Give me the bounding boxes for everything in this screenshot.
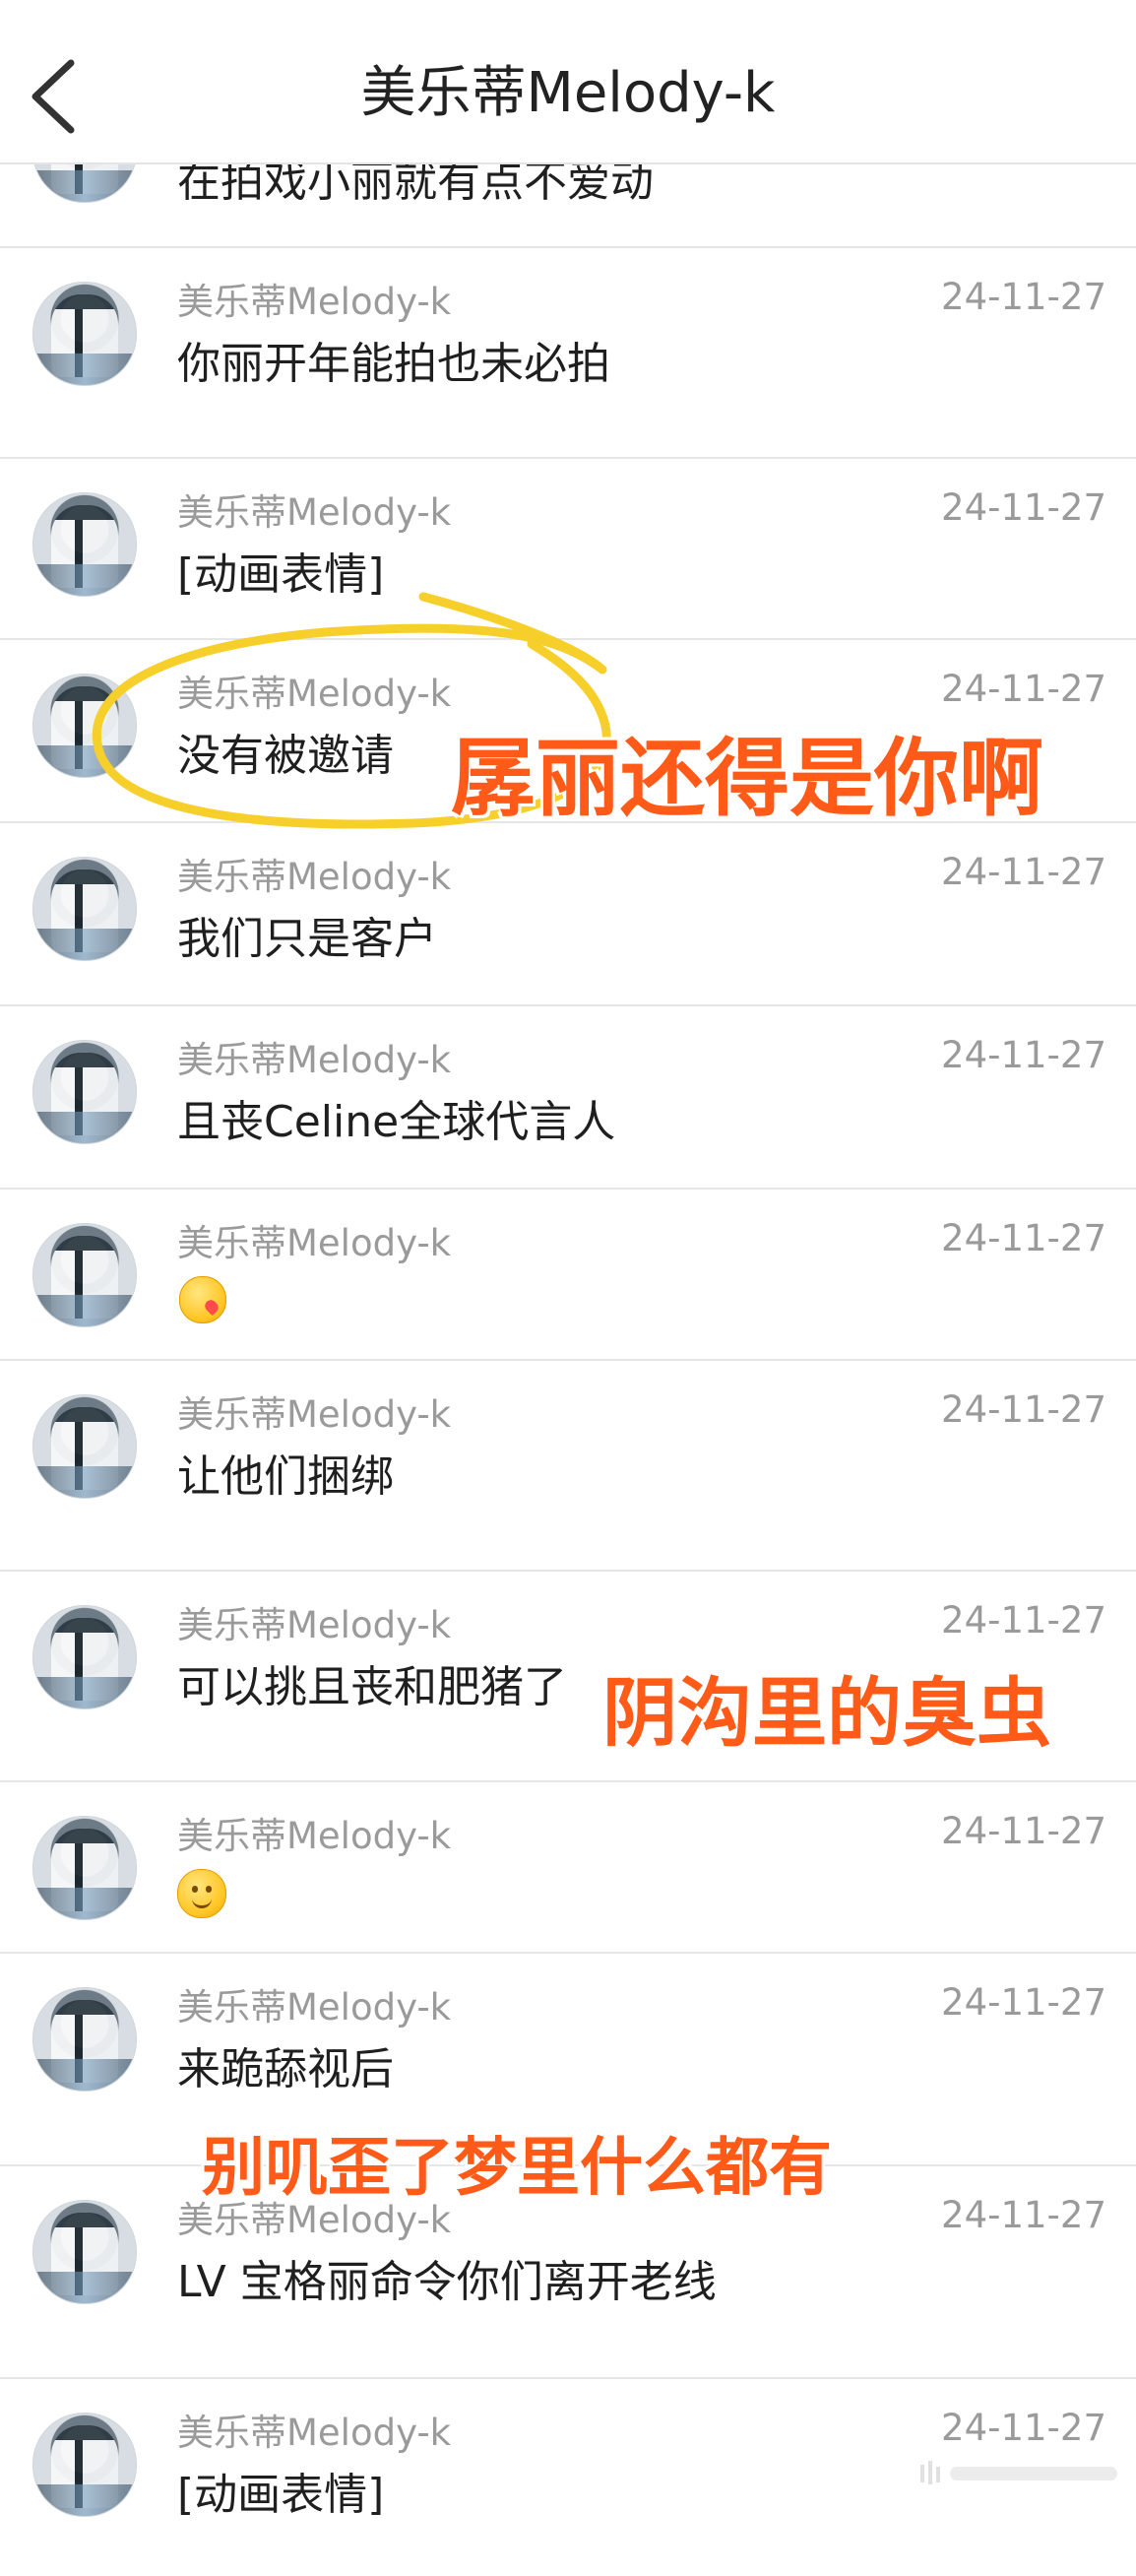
message-text: [动画表情] [177, 549, 385, 600]
sender-name[interactable]: 美乐蒂Melody-k [177, 1983, 451, 2032]
list-item[interactable]: 美乐蒂Melody-k 24-11-27 [0, 1190, 1136, 1361]
list-item[interactable]: 美乐蒂Melody-k 24-11-27 我们只是客户 [0, 823, 1136, 1006]
sender-name[interactable]: 美乐蒂Melody-k [177, 1601, 451, 1650]
sender-name[interactable]: 美乐蒂Melody-k [177, 1219, 451, 1268]
message-text: [动画表情] [177, 2470, 385, 2520]
message-text: 你丽开年能拍也未必拍 [177, 339, 610, 389]
message-date: 24-11-27 [941, 276, 1106, 318]
message-text: 让他们捆绑 [177, 1451, 394, 1502]
sender-name[interactable]: 美乐蒂Melody-k [177, 488, 451, 538]
sender-name[interactable]: 美乐蒂Melody-k [177, 1036, 451, 1085]
message-date: 24-11-27 [941, 851, 1106, 893]
message-date: 24-11-27 [941, 1810, 1106, 1852]
message-date: 24-11-27 [941, 2407, 1106, 2449]
message-text: 来跪舔视后 [177, 2044, 394, 2094]
message-date: 24-11-27 [941, 1599, 1106, 1642]
avatar[interactable] [32, 2413, 137, 2517]
annotation-text: 阴沟里的臭虫 [601, 1668, 1053, 1759]
kiss-emoji-icon [179, 1276, 226, 1323]
list-item[interactable]: 美乐蒂Melody-k 24-11-27 [动画表情] [0, 459, 1136, 640]
avatar[interactable] [32, 282, 137, 386]
sender-name[interactable]: 美乐蒂Melody-k [177, 2409, 451, 2458]
avatar[interactable] [32, 1987, 137, 2092]
avatar[interactable] [32, 1223, 137, 1327]
message-text: 没有被邀请 [177, 731, 394, 781]
annotation-text: 别叽歪了梦里什么都有 [201, 2130, 834, 2207]
message-date: 24-11-27 [941, 1981, 1106, 2024]
list-item[interactable]: 美乐蒂Melody-k 24-11-27 你丽开年能拍也未必拍 [0, 248, 1136, 459]
message-date: 24-11-27 [941, 2194, 1106, 2236]
sender-name[interactable]: 美乐蒂Melody-k [177, 1390, 451, 1440]
avatar[interactable] [32, 2200, 137, 2304]
list-item[interactable]: 美乐蒂Melody-k 24-11-27 [0, 1782, 1136, 1954]
message-text: 且丧Celine全球代言人 [177, 1097, 616, 1147]
message-text: 我们只是客户 [177, 914, 437, 964]
list-item[interactable]: 美乐蒂Melody-k 24-11-27 且丧Celine全球代言人 [0, 1006, 1136, 1190]
avatar[interactable] [32, 1394, 137, 1499]
annotation-text: 孱丽还得是你啊 [450, 728, 1045, 830]
avatar[interactable] [32, 1040, 137, 1144]
message-date: 24-11-27 [941, 1034, 1106, 1076]
message-text: 可以挑且丧和肥猪了 [177, 1662, 567, 1712]
sender-name[interactable]: 美乐蒂Melody-k [177, 278, 451, 327]
message-date: 24-11-27 [941, 1388, 1106, 1431]
message-date: 24-11-27 [941, 486, 1106, 529]
avatar[interactable] [32, 1605, 137, 1709]
avatar[interactable] [32, 1816, 137, 1920]
message-text: LV 宝格丽命令你们离开老线 [177, 2257, 717, 2307]
avatar[interactable] [32, 674, 137, 778]
top-nav-bar: 美乐蒂Melody-k [0, 0, 1136, 164]
sender-name[interactable]: 美乐蒂Melody-k [177, 1812, 451, 1861]
avatar[interactable] [32, 492, 137, 597]
sender-name[interactable]: 美乐蒂Melody-k [177, 670, 451, 719]
smile-emoji-icon [177, 1869, 226, 1918]
page-title: 美乐蒂Melody-k [360, 61, 776, 125]
message-date: 24-11-27 [941, 1217, 1106, 1259]
list-item[interactable]: 美乐蒂Melody-k 24-11-27 让他们捆绑 [0, 1361, 1136, 1572]
sender-name[interactable]: 美乐蒂Melody-k [177, 853, 451, 902]
message-date: 24-11-27 [941, 668, 1106, 710]
watermark-logo [920, 2461, 1117, 2484]
avatar[interactable] [32, 857, 137, 961]
